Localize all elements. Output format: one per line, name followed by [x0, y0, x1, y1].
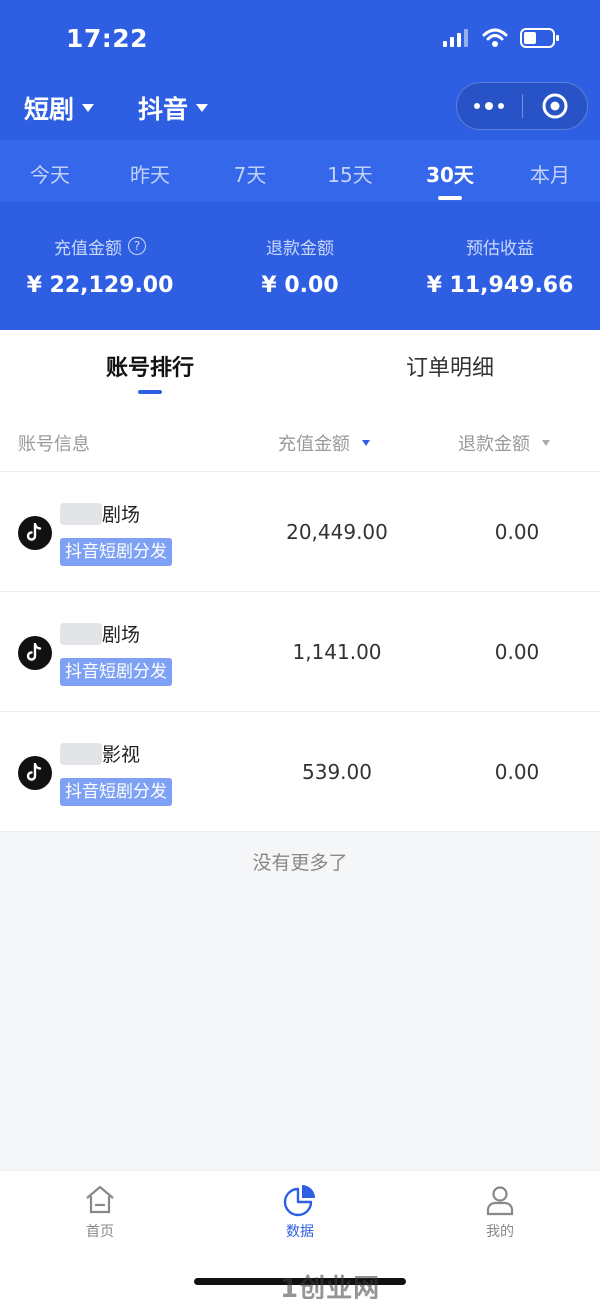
- refund-amount: 0.00: [494, 640, 540, 664]
- nav-row: 短剧 抖音: [0, 82, 600, 136]
- stat-estimated-income: 预估收益 ¥ 11,949.66: [400, 232, 600, 299]
- platform-dropdown[interactable]: 抖音: [138, 90, 209, 126]
- redacted-blur: [60, 502, 102, 525]
- recharge-amount: 20,449.00: [286, 520, 388, 544]
- tab-this-month[interactable]: 本月: [500, 140, 600, 202]
- tab-7-days[interactable]: 7天: [200, 140, 300, 202]
- more-dot-icon: [485, 102, 494, 110]
- recharge-amount: 539.00: [302, 760, 372, 784]
- header: 17:22 短剧 抖音 今天 昨天 7天 15天 30天 本月 充值金额 ? ¥…: [0, 0, 600, 330]
- target-close-icon: [542, 93, 568, 119]
- table-row[interactable]: 影视 抖音短剧分发 539.00 0.00: [0, 712, 600, 832]
- tab-yesterday[interactable]: 昨天: [100, 140, 200, 202]
- user-icon: [486, 1186, 514, 1216]
- channel-tag: 抖音短剧分发: [60, 778, 172, 806]
- table-row[interactable]: 剧场 抖音短剧分发 20,449.00 0.00: [0, 472, 600, 592]
- stat-label: 退款金额: [266, 238, 334, 259]
- period-tabs: 今天 昨天 7天 15天 30天 本月: [0, 140, 600, 202]
- stat-label: 充值金额: [54, 238, 122, 259]
- tab-order-details[interactable]: 订单明细: [300, 330, 600, 410]
- chevron-down-icon: [82, 104, 95, 112]
- redacted-blur: [60, 742, 102, 765]
- category-dropdown[interactable]: 短剧: [24, 90, 95, 126]
- account-name: 剧场: [60, 620, 140, 647]
- status-time: 17:22: [66, 24, 149, 53]
- redacted-blur: [60, 622, 102, 645]
- wifi-icon: [482, 28, 508, 47]
- sort-down-icon: [362, 440, 370, 446]
- account-name: 影视: [60, 740, 140, 767]
- status-bar: 17:22: [0, 0, 600, 80]
- category-label: 短剧: [24, 95, 75, 124]
- channel-tag: 抖音短剧分发: [60, 658, 172, 686]
- more-dot-icon: [474, 103, 481, 109]
- douyin-icon: [18, 516, 52, 550]
- miniprogram-capsule: [456, 82, 588, 130]
- chart-icon: [283, 1185, 315, 1217]
- table-row[interactable]: 剧场 抖音短剧分发 1,141.00 0.00: [0, 592, 600, 712]
- tab-today[interactable]: 今天: [0, 140, 100, 202]
- tab-15-days[interactable]: 15天: [300, 140, 400, 202]
- stat-value: ¥ 0.00: [261, 273, 339, 298]
- stat-recharge: 充值金额 ? ¥ 22,129.00: [0, 232, 200, 298]
- nav-home[interactable]: 首页: [0, 1171, 200, 1299]
- stat-value: ¥ 22,129.00: [26, 273, 174, 298]
- more-dot-icon: [498, 103, 505, 109]
- signal-icon: [443, 29, 468, 47]
- no-more-text: 没有更多了: [252, 852, 348, 874]
- nav-label: 首页: [86, 1224, 114, 1240]
- platform-label: 抖音: [138, 95, 189, 124]
- sort-down-icon: [542, 440, 550, 446]
- refund-amount: 0.00: [494, 520, 540, 544]
- douyin-icon: [18, 756, 52, 790]
- stats-summary: 充值金额 ? ¥ 22,129.00 退款金额 ¥ 0.00 预估收益 ¥ 11…: [0, 232, 600, 298]
- battery-icon: [520, 28, 559, 48]
- recharge-amount: 1,141.00: [292, 640, 382, 664]
- channel-tag: 抖音短剧分发: [60, 538, 172, 566]
- chevron-down-icon: [196, 104, 209, 112]
- stat-label: 预估收益: [466, 238, 534, 259]
- tab-account-ranking[interactable]: 账号排行: [0, 330, 300, 410]
- status-icons: [442, 28, 560, 48]
- close-button[interactable]: [523, 83, 588, 129]
- stat-value: ¥ 11,949.66: [426, 273, 574, 298]
- content-tabs: 账号排行 订单明细: [0, 330, 600, 410]
- nav-label: 数据: [286, 1224, 314, 1240]
- stat-refund: 退款金额 ¥ 0.00: [200, 232, 400, 299]
- header-account: 账号信息: [18, 434, 90, 455]
- table-header: 账号信息 充值金额 退款金额: [0, 410, 600, 472]
- watermark: 1创业网www.cywz1.com: [280, 1274, 381, 1299]
- tab-30-days[interactable]: 30天: [400, 140, 500, 202]
- sort-refund[interactable]: 退款金额: [458, 430, 550, 456]
- help-icon[interactable]: ?: [128, 237, 146, 255]
- home-icon: [86, 1185, 114, 1214]
- refund-amount: 0.00: [494, 760, 540, 784]
- account-name: 剧场: [60, 500, 140, 527]
- sort-recharge[interactable]: 充值金额: [278, 430, 370, 456]
- more-button[interactable]: [457, 83, 522, 129]
- nav-label: 我的: [486, 1224, 514, 1240]
- douyin-icon: [18, 636, 52, 670]
